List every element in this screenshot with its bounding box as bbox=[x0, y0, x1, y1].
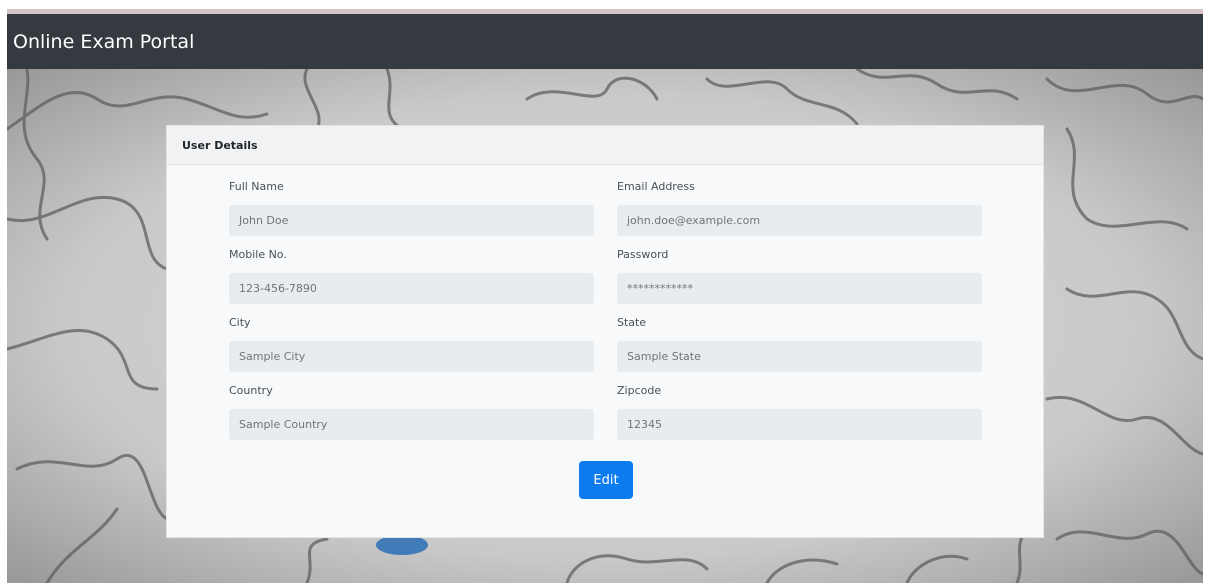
email-label: Email Address bbox=[617, 180, 695, 193]
country-field: Country Sample Country bbox=[229, 382, 594, 440]
country-label: Country bbox=[229, 384, 273, 397]
zipcode-label: Zipcode bbox=[617, 384, 662, 397]
country-input[interactable]: Sample Country bbox=[229, 409, 594, 440]
email-input[interactable]: john.doe@example.com bbox=[617, 205, 982, 236]
mobile-field: Mobile No. 123-456-7890 bbox=[229, 246, 594, 304]
city-label: City bbox=[229, 316, 251, 329]
state-field: State Sample State bbox=[617, 314, 982, 372]
user-details-card: User Details Full Name John Doe Email Ad… bbox=[166, 125, 1044, 538]
city-field: City Sample City bbox=[229, 314, 594, 372]
zipcode-input[interactable]: 12345 bbox=[617, 409, 982, 440]
navbar: Online Exam Portal bbox=[7, 14, 1203, 69]
full-name-label: Full Name bbox=[229, 180, 284, 193]
page: Online Exam Portal User Details Full Nam… bbox=[0, 0, 1206, 583]
edit-button[interactable]: Edit bbox=[579, 461, 633, 499]
full-name-input[interactable]: John Doe bbox=[229, 205, 594, 236]
zipcode-field: Zipcode 12345 bbox=[617, 382, 982, 440]
password-field: Password ************ bbox=[617, 246, 982, 304]
navbar-brand[interactable]: Online Exam Portal bbox=[13, 31, 194, 53]
full-name-field: Full Name John Doe bbox=[229, 178, 594, 236]
state-label: State bbox=[617, 316, 647, 329]
mobile-input[interactable]: 123-456-7890 bbox=[229, 273, 594, 304]
password-label: Password bbox=[617, 248, 669, 261]
city-input[interactable]: Sample City bbox=[229, 341, 594, 372]
email-field: Email Address john.doe@example.com bbox=[617, 178, 982, 236]
card-title: User Details bbox=[182, 138, 258, 152]
password-input[interactable]: ************ bbox=[617, 273, 982, 304]
card-header: User Details bbox=[167, 126, 1043, 165]
mobile-label: Mobile No. bbox=[229, 248, 287, 261]
state-input[interactable]: Sample State bbox=[617, 341, 982, 372]
